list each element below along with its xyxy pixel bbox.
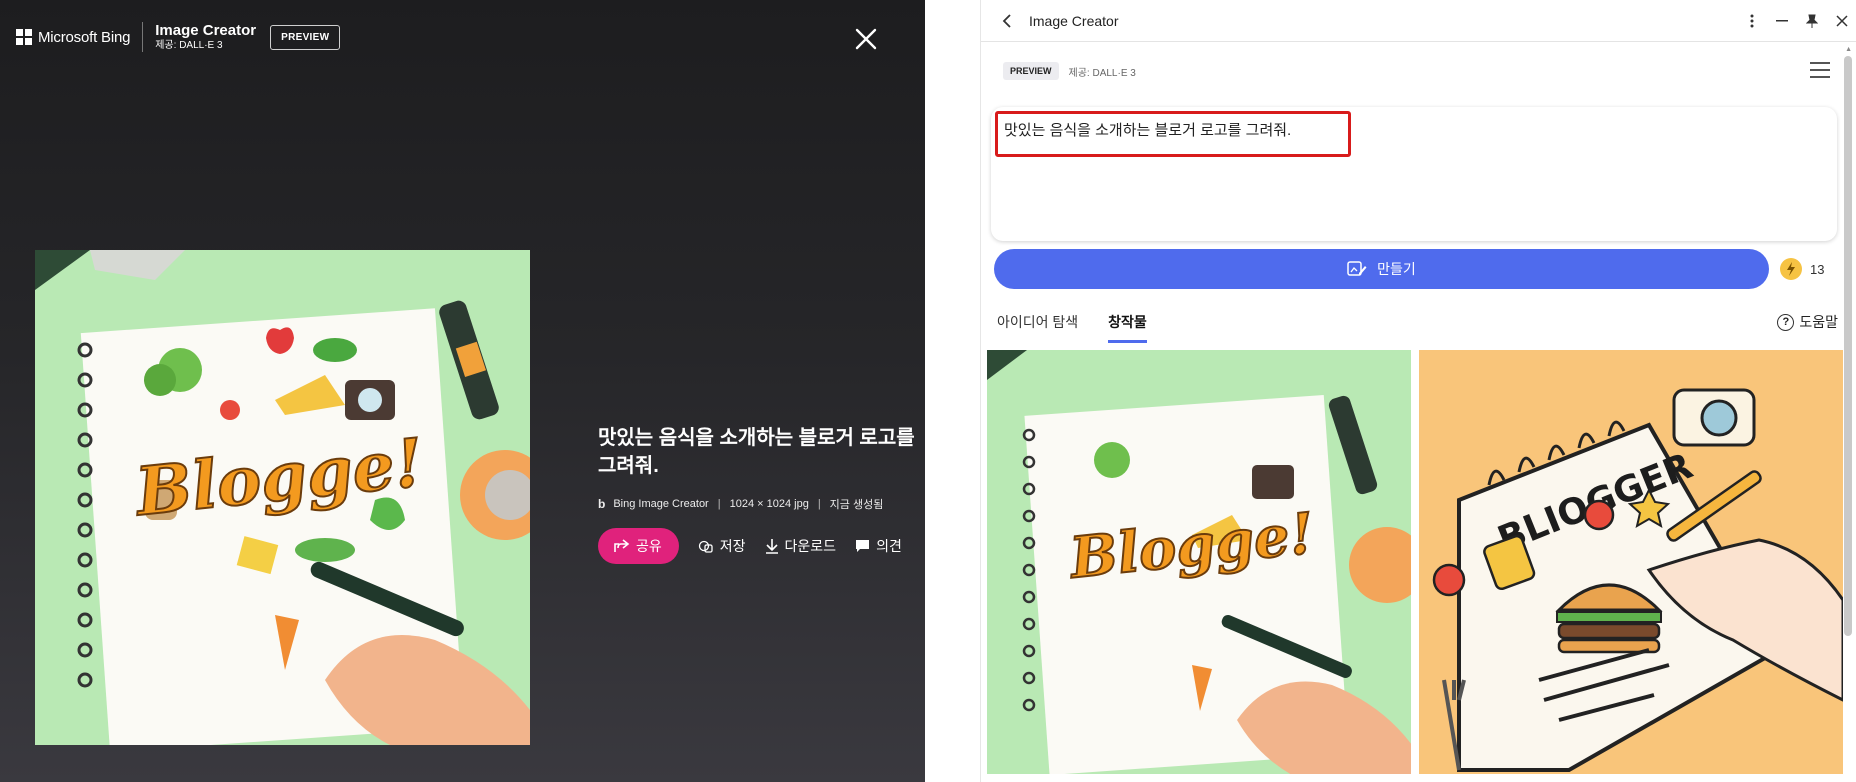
brand-name: Microsoft Bing <box>38 28 131 46</box>
close-icon[interactable] <box>853 26 879 52</box>
create-label: 만들기 <box>1377 261 1416 277</box>
scrollbar[interactable] <box>1844 56 1852 636</box>
panel-titlebar: Image Creator <box>981 0 1856 42</box>
image-meta: b Bing Image Creator | 1024 × 1024 jpg |… <box>598 496 925 512</box>
question-circle-icon: ? <box>1777 313 1795 331</box>
download-button[interactable]: 다운로드 <box>765 536 837 556</box>
meta-separator: | <box>817 498 821 510</box>
more-vertical-icon[interactable] <box>1737 14 1767 28</box>
image-actions: 공유 저장 다운로드 의견 <box>598 528 925 564</box>
brand-title: Image Creator 제공: DALL·E 3 <box>155 22 256 52</box>
download-label: 다운로드 <box>784 538 837 554</box>
lightning-icon <box>1780 258 1802 280</box>
meta-separator: | <box>717 498 721 510</box>
image-details: 맛있는 음식을 소개하는 블로거 로고를 그려줘. b Bing Image C… <box>598 424 925 564</box>
microsoft-logo-icon <box>16 29 32 45</box>
create-button[interactable]: 만들기 <box>994 249 1769 289</box>
app-title: Image Creator <box>155 22 257 39</box>
creation-thumbnail[interactable]: BLIOGGER <box>1419 350 1843 774</box>
comment-icon <box>856 540 870 552</box>
panel-tabs: 아이디어 탐색 창작물 <box>997 312 1177 343</box>
panel-title: Image Creator <box>1029 12 1119 29</box>
provider-label: 제공: DALL·E 3 <box>155 40 223 51</box>
preview-badge: PREVIEW <box>270 24 341 50</box>
tab-explore-ideas[interactable]: 아이디어 탐색 <box>997 312 1078 343</box>
tab-creations[interactable]: 창작물 <box>1108 312 1147 343</box>
save-label: 저장 <box>719 538 746 554</box>
feedback-button[interactable]: 의견 <box>855 536 902 556</box>
window-controls <box>1737 0 1856 42</box>
share-button[interactable]: 공유 <box>598 528 679 564</box>
image-prompt: 맛있는 음식을 소개하는 블로거 로고를 그려줘. <box>598 427 915 477</box>
panel-subheader: PREVIEW 제공: DALL·E 3 <box>1003 62 1136 80</box>
prompt-input-value: 맛있는 음식을 소개하는 블로거 로고를 그려줘. <box>1004 122 1292 139</box>
help-label: 도움말 <box>1799 314 1838 330</box>
scroll-up-arrow[interactable]: ▲ <box>1845 46 1852 53</box>
boost-count: 13 <box>1810 261 1825 277</box>
feedback-label: 의견 <box>876 538 902 554</box>
prompt-input[interactable]: 맛있는 음식을 소개하는 블로거 로고를 그려줘. <box>991 107 1837 241</box>
pin-icon[interactable] <box>1797 14 1827 28</box>
bing-b-icon: b <box>598 497 606 511</box>
generated-image[interactable]: Blogge! <box>35 250 530 745</box>
share-icon <box>614 539 630 552</box>
close-icon[interactable] <box>1827 15 1856 27</box>
edit-image-icon <box>1347 261 1367 276</box>
download-icon <box>765 539 778 554</box>
boost-counter[interactable]: 13 <box>1780 258 1824 280</box>
image-creator-panel: Image Creator ▲ PREVIEW 제공: DALL·E 3 맛있는… <box>980 0 1856 782</box>
meta-status: 지금 생성됨 <box>829 499 884 511</box>
brand-header: Microsoft Bing Image Creator 제공: DALL·E … <box>16 22 341 52</box>
share-label: 공유 <box>636 538 662 554</box>
preview-badge: PREVIEW <box>1003 62 1059 80</box>
brand-divider <box>142 22 144 52</box>
hamburger-menu-icon[interactable] <box>1810 62 1830 78</box>
minimize-icon[interactable] <box>1767 20 1797 22</box>
meta-source: Bing Image Creator <box>613 498 709 510</box>
chevron-left-icon[interactable] <box>997 11 1017 31</box>
creation-thumbnail[interactable]: Blogge! <box>987 350 1411 774</box>
provider-label: 제공: DALL·E 3 <box>1068 67 1136 79</box>
meta-dimensions: 1024 × 1024 jpg <box>729 498 809 510</box>
save-button[interactable]: 저장 <box>698 536 746 556</box>
save-icon <box>698 540 713 553</box>
help-link[interactable]: ? 도움말 <box>1777 312 1838 332</box>
image-viewer: Microsoft Bing Image Creator 제공: DALL·E … <box>0 0 925 782</box>
